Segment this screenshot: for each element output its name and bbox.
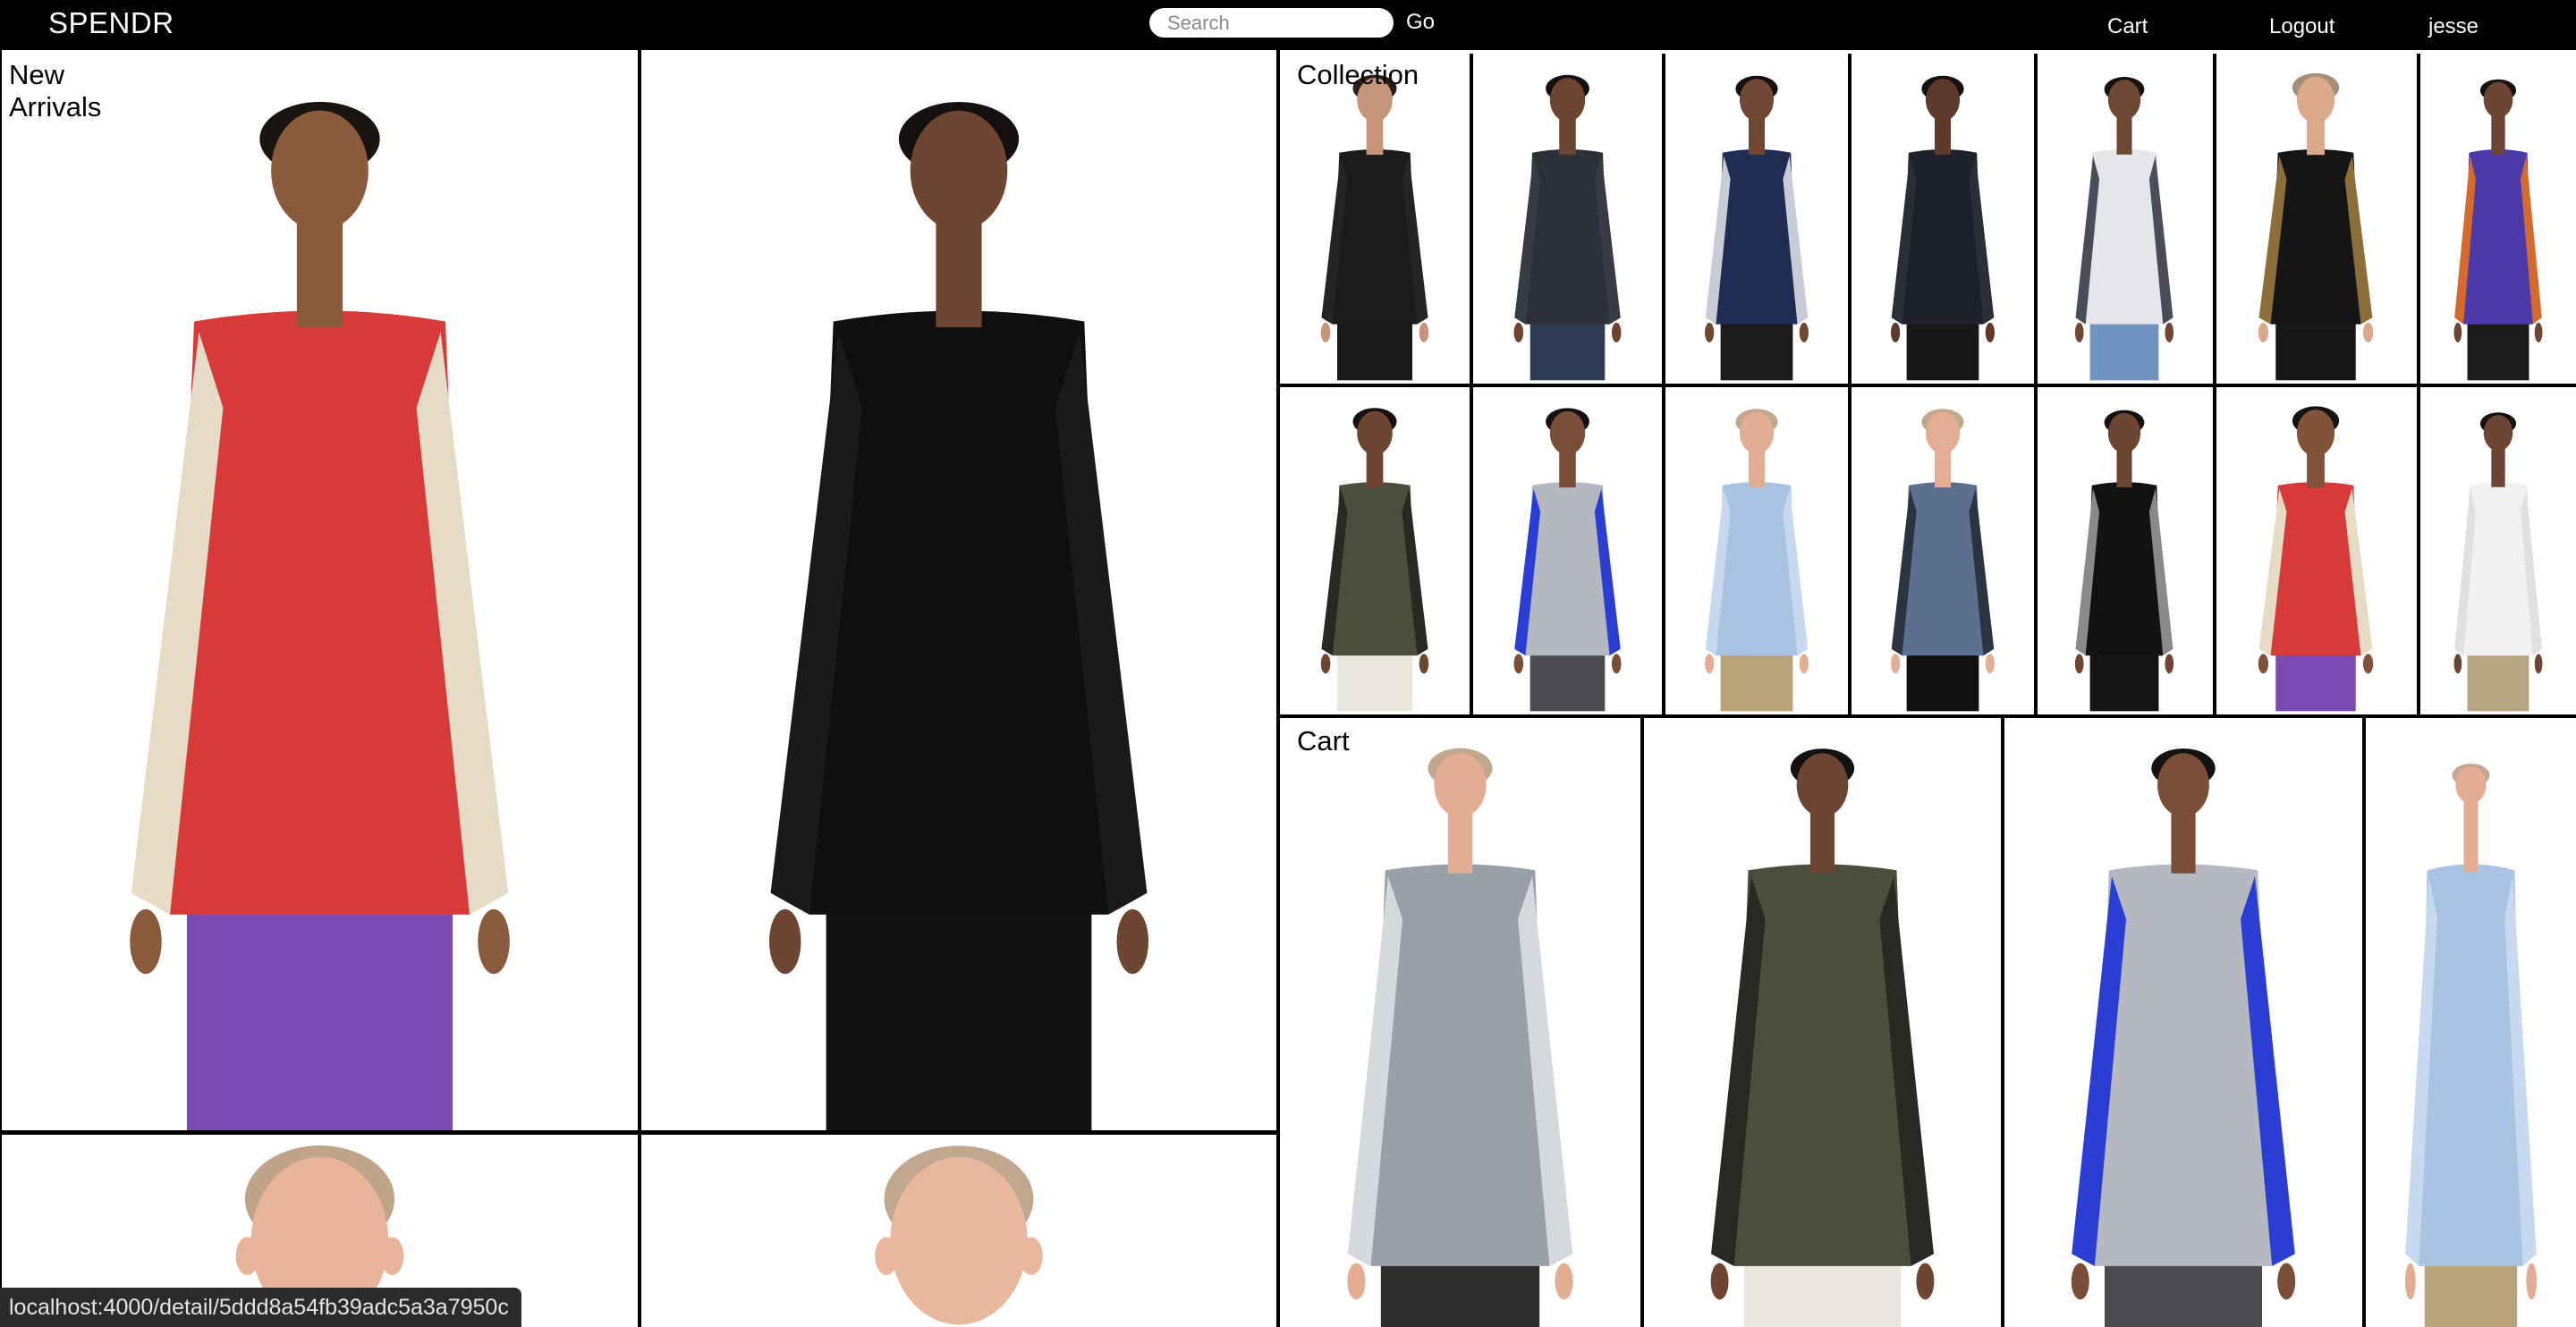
- product-card[interactable]: [2215, 54, 2417, 384]
- collection-title: Collection: [1297, 59, 1419, 90]
- product-image: [1513, 74, 1622, 381]
- product-image: [1320, 74, 1429, 381]
- grid-divider: [1640, 718, 1644, 1327]
- product-image: [2071, 748, 2296, 1327]
- product-card[interactable]: [1665, 387, 1848, 714]
- new-arrivals-title-line1: New: [9, 59, 65, 90]
- grid-divider: [2362, 718, 2366, 1327]
- product-image: [1513, 408, 1622, 712]
- product-card[interactable]: [1473, 54, 1662, 384]
- product-card[interactable]: [2038, 54, 2211, 384]
- grid-divider: [0, 50, 2, 1327]
- product-image: [2404, 763, 2538, 1327]
- product-image: [2074, 77, 2174, 381]
- product-image: [2258, 72, 2374, 381]
- product-card[interactable]: [2, 52, 638, 1130]
- product-card[interactable]: [2038, 387, 2211, 714]
- cart-item-card[interactable]: [1280, 718, 1640, 1327]
- cart-title: Cart: [1297, 725, 1350, 756]
- cart-item-card[interactable]: [1644, 718, 2001, 1327]
- product-card[interactable]: [1852, 54, 2034, 384]
- product-image: [130, 101, 510, 1130]
- product-image: [1705, 409, 1809, 712]
- nav-cart-link[interactable]: Cart: [2107, 14, 2148, 39]
- grid-divider: [2001, 718, 2004, 1327]
- product-image: [2074, 410, 2174, 712]
- product-image: [1710, 748, 1935, 1327]
- grid-divider: [1278, 384, 2576, 387]
- cart-item-card[interactable]: [2004, 718, 2362, 1327]
- product-card[interactable]: [1852, 387, 2034, 714]
- product-image: [2258, 406, 2374, 712]
- product-card[interactable]: [1280, 54, 1470, 384]
- product-image: [1891, 75, 1995, 381]
- product-card[interactable]: [2420, 387, 2576, 714]
- new-arrivals-title: New Arrivals: [9, 59, 101, 123]
- nav-logout-link[interactable]: Logout: [2269, 14, 2334, 39]
- product-image: [768, 101, 1149, 1130]
- nav-user-link[interactable]: jesse: [2428, 14, 2479, 39]
- grid-divider: [0, 1130, 1278, 1135]
- product-image: [1320, 408, 1429, 712]
- link-status-bar: localhost:4000/detail/5ddd8a54fb39adc5a3…: [0, 1288, 521, 1327]
- search-go-button[interactable]: Go: [1406, 10, 1435, 35]
- product-card[interactable]: [1280, 387, 1470, 714]
- product-image: [875, 1145, 1043, 1325]
- search-input[interactable]: [1149, 8, 1394, 38]
- product-card[interactable]: [641, 1136, 1276, 1327]
- product-image: [2453, 79, 2543, 381]
- product-card[interactable]: [2215, 387, 2417, 714]
- top-nav: SPENDR Go Cart Logout jesse: [0, 0, 2576, 50]
- product-image: [2453, 412, 2543, 712]
- product-card[interactable]: [1473, 387, 1662, 714]
- cart-item-card[interactable]: [2366, 718, 2576, 1327]
- product-card[interactable]: [1665, 54, 1848, 384]
- grid-divider: [638, 50, 641, 1327]
- product-card[interactable]: [641, 52, 1276, 1130]
- brand-logo[interactable]: SPENDR: [48, 7, 174, 39]
- product-image: [1891, 409, 1995, 712]
- product-image: [1705, 75, 1809, 381]
- product-image: [1347, 748, 1573, 1327]
- product-card[interactable]: [2420, 54, 2576, 384]
- new-arrivals-title-line2: Arrivals: [9, 91, 102, 123]
